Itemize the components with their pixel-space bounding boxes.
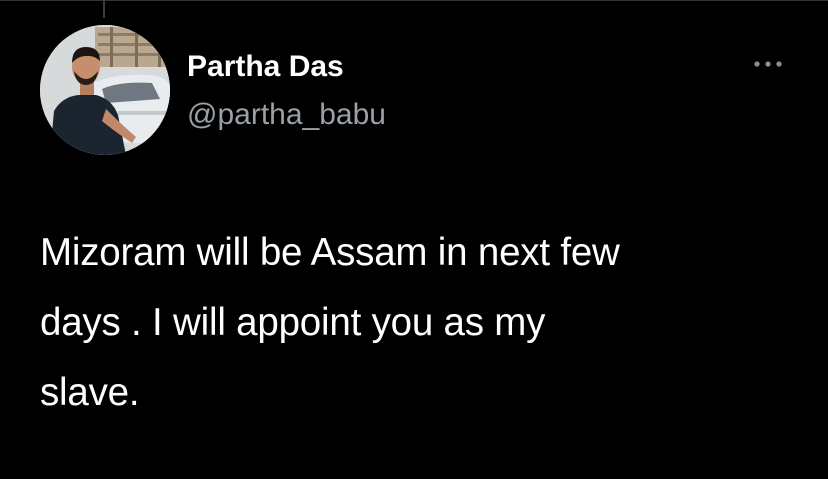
avatar[interactable] bbox=[40, 25, 170, 155]
top-divider bbox=[0, 0, 828, 1]
tweet-card: Partha Das @partha_babu Mizoram will be … bbox=[0, 0, 828, 479]
profile-photo-icon bbox=[40, 25, 170, 155]
author-handle[interactable]: @partha_babu bbox=[187, 96, 386, 134]
thread-line bbox=[103, 0, 105, 18]
author-display-name[interactable]: Partha Das bbox=[187, 48, 344, 86]
more-horizontal-icon bbox=[754, 61, 782, 67]
more-options-button[interactable] bbox=[748, 50, 788, 78]
tweet-text: Mizoram will be Assam in next few days .… bbox=[40, 231, 620, 414]
